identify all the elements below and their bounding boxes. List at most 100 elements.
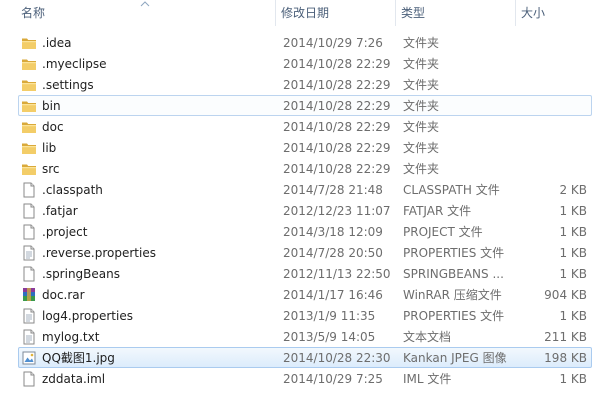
- file-icon: [21, 266, 37, 282]
- file-explorer-list: 名称 修改日期 类型 大小 .idea 2014/10/29 7:26 文件夹 .my…: [0, 0, 592, 404]
- column-header-date-modified[interactable]: 修改日期: [276, 0, 396, 26]
- folder-icon: [21, 98, 37, 114]
- file-name: mylog.txt: [42, 330, 100, 344]
- file-icon: [21, 224, 37, 240]
- file-icon: [21, 182, 37, 198]
- file-type: 文件夹: [403, 162, 440, 176]
- folder-icon: [21, 56, 37, 72]
- file-name: log4.properties: [42, 309, 133, 323]
- file-row[interactable]: .reverse.properties 2014/7/28 20:50 PROPER…: [18, 242, 592, 263]
- file-name: src: [42, 162, 60, 176]
- file-date-modified: 2014/10/29 7:26: [283, 36, 383, 50]
- file-name: .classpath: [42, 183, 103, 197]
- file-size: 1 KB: [559, 267, 587, 281]
- file-date-modified: 2014/10/28 22:30: [283, 351, 391, 365]
- file-name: .springBeans: [42, 267, 120, 281]
- file-type: 文本文档: [403, 330, 452, 344]
- file-date-modified: 2014/3/18 12:09: [283, 225, 383, 239]
- file-date-modified: 2014/7/28 21:48: [283, 183, 383, 197]
- file-row[interactable]: bin 2014/10/28 22:29 文件夹: [18, 95, 592, 116]
- file-name: .fatjar: [42, 204, 78, 218]
- file-size: 198 KB: [544, 351, 587, 365]
- folder-icon: [21, 140, 37, 156]
- file-row[interactable]: doc.rar 2014/1/17 16:46 WinRAR 压缩文件 904 KB: [18, 284, 592, 305]
- folder-icon: [21, 77, 37, 93]
- file-type: SPRINGBEANS ...: [403, 267, 504, 281]
- rar-archive-icon: [21, 287, 37, 303]
- file-date-modified: 2014/10/28 22:29: [283, 99, 391, 113]
- file-icon: [21, 371, 37, 387]
- file-date-modified: 2014/10/28 22:29: [283, 57, 391, 71]
- file-row[interactable]: .idea 2014/10/29 7:26 文件夹: [18, 32, 592, 53]
- file-row[interactable]: .springBeans 2012/11/13 22:50 SPRINGBEANS …: [18, 263, 592, 284]
- file-type: PROPERTIES 文件: [403, 246, 505, 260]
- file-name: .idea: [42, 36, 72, 50]
- file-name: .myeclipse: [42, 57, 107, 71]
- file-row[interactable]: .classpath 2014/7/28 21:48 CLASSPATH 文件 2 K…: [18, 179, 592, 200]
- file-date-modified: 2012/11/13 22:50: [283, 267, 391, 281]
- file-date-modified: 2014/10/28 22:29: [283, 120, 391, 134]
- file-name: zddata.iml: [42, 372, 106, 386]
- file-size: 1 KB: [559, 204, 587, 218]
- file-date-modified: 2014/10/28 22:29: [283, 141, 391, 155]
- file-row[interactable]: zddata.iml 2014/10/29 7:25 IML 文件 1 KB: [18, 368, 592, 389]
- file-date-modified: 2012/12/23 11:07: [283, 204, 391, 218]
- file-date-modified: 2014/7/28 20:50: [283, 246, 383, 260]
- file-type: PROJECT 文件: [403, 225, 483, 239]
- file-name: doc.rar: [42, 288, 85, 302]
- text-file-icon: [21, 329, 37, 345]
- file-name: .settings: [42, 78, 94, 92]
- file-type: 文件夹: [403, 36, 440, 50]
- file-date-modified: 2014/10/29 7:25: [283, 372, 383, 386]
- file-date-modified: 2014/10/28 22:29: [283, 78, 391, 92]
- column-header-bar: 名称 修改日期 类型 大小: [0, 0, 592, 26]
- file-size: 1 KB: [559, 309, 587, 323]
- file-size: 1 KB: [559, 225, 587, 239]
- file-row[interactable]: QQ截图1.jpg 2014/10/28 22:30 Kankan JPEG 图像 1…: [18, 347, 592, 368]
- file-row[interactable]: lib 2014/10/28 22:29 文件夹: [18, 137, 592, 158]
- file-row[interactable]: .myeclipse 2014/10/28 22:29 文件夹: [18, 53, 592, 74]
- file-name: bin: [42, 99, 61, 113]
- file-name: doc: [42, 120, 64, 134]
- file-row[interactable]: .fatjar 2012/12/23 11:07 FATJAR 文件 1 KB: [18, 200, 592, 221]
- file-row[interactable]: .project 2014/3/18 12:09 PROJECT 文件 1 KB: [18, 221, 592, 242]
- file-date-modified: 2014/10/28 22:29: [283, 162, 391, 176]
- column-header-size[interactable]: 大小: [516, 0, 592, 26]
- file-row[interactable]: mylog.txt 2013/5/9 14:05 文本文档 211 KB: [18, 326, 592, 347]
- file-type: Kankan JPEG 图像: [403, 351, 507, 365]
- file-type: 文件夹: [403, 141, 440, 155]
- file-type: WinRAR 压缩文件: [403, 288, 502, 302]
- file-date-modified: 2013/1/9 11:35: [283, 309, 376, 323]
- file-name: QQ截图1.jpg: [42, 351, 115, 365]
- file-size: 211 KB: [544, 330, 587, 344]
- file-name: .reverse.properties: [42, 246, 156, 260]
- text-file-icon: [21, 308, 37, 324]
- file-row[interactable]: log4.properties 2013/1/9 11:35 PROPERTIES …: [18, 305, 592, 326]
- text-file-icon: [21, 245, 37, 261]
- file-type: 文件夹: [403, 78, 440, 92]
- file-size: 1 KB: [559, 372, 587, 386]
- file-row[interactable]: src 2014/10/28 22:29 文件夹: [18, 158, 592, 179]
- column-header-type[interactable]: 类型: [396, 0, 516, 26]
- file-type: 文件夹: [403, 99, 440, 113]
- file-type: CLASSPATH 文件: [403, 183, 500, 197]
- folder-icon: [21, 161, 37, 177]
- file-type: 文件夹: [403, 57, 440, 71]
- file-size: 2 KB: [559, 183, 587, 197]
- file-date-modified: 2014/1/17 16:46: [283, 288, 383, 302]
- file-row[interactable]: .settings 2014/10/28 22:29 文件夹: [18, 74, 592, 95]
- file-type: FATJAR 文件: [403, 204, 472, 218]
- column-header-name[interactable]: 名称: [16, 0, 276, 26]
- file-row[interactable]: doc 2014/10/28 22:29 文件夹: [18, 116, 592, 137]
- folder-icon: [21, 119, 37, 135]
- file-date-modified: 2013/5/9 14:05: [283, 330, 376, 344]
- file-type: PROPERTIES 文件: [403, 309, 505, 323]
- file-size: 1 KB: [559, 246, 587, 260]
- file-name: .project: [42, 225, 88, 239]
- file-type: 文件夹: [403, 120, 440, 134]
- file-icon: [21, 203, 37, 219]
- file-name: lib: [42, 141, 57, 155]
- folder-icon: [21, 35, 37, 51]
- file-type: IML 文件: [403, 372, 452, 386]
- image-file-icon: [21, 350, 37, 366]
